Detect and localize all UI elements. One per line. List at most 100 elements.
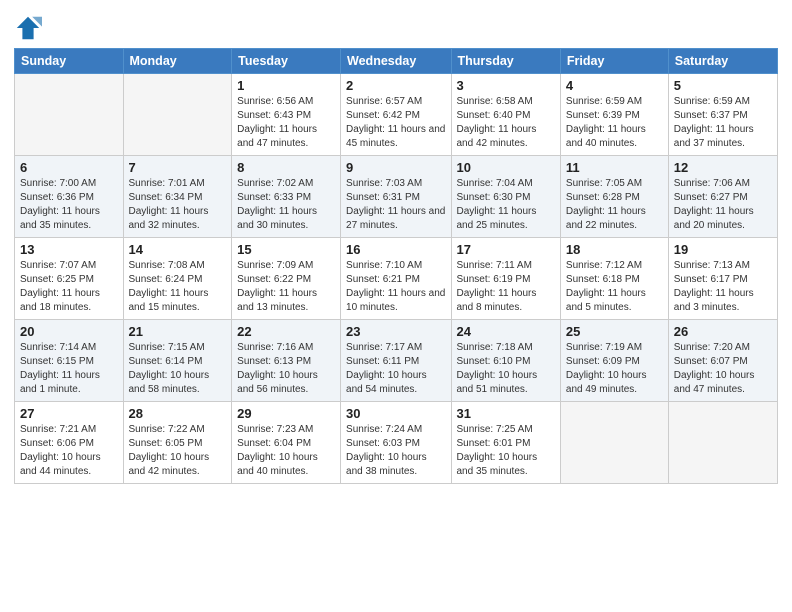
calendar-cell: 6 Sunrise: 7:00 AMSunset: 6:36 PMDaylight… <box>15 156 124 238</box>
calendar: SundayMondayTuesdayWednesdayThursdayFrid… <box>14 48 778 484</box>
day-number: 6 <box>20 160 118 175</box>
day-number: 2 <box>346 78 445 93</box>
day-info: Sunrise: 6:58 AMSunset: 6:40 PMDaylight:… <box>457 95 555 151</box>
day-info: Sunrise: 7:25 AMSunset: 6:01 PMDaylight:… <box>457 423 555 479</box>
calendar-cell: 15Sunrise: 7:09 AMSunset: 6:22 PMDayligh… <box>232 238 341 320</box>
calendar-cell: 16Sunrise: 7:10 AMSunset: 6:21 PMDayligh… <box>341 238 451 320</box>
column-header-sunday: Sunday <box>15 49 124 74</box>
day-info: Sunrise: 7:14 AMSunset: 6:15 PMDaylight:… <box>20 341 118 397</box>
day-info: Sunrise: 6:59 AMSunset: 6:37 PMDaylight:… <box>674 95 772 151</box>
day-number: 11 <box>566 160 663 175</box>
day-info: Sunrise: 7:19 AMSunset: 6:09 PMDaylight:… <box>566 341 663 397</box>
logo <box>14 14 44 42</box>
day-info: Sunrise: 7:12 AMSunset: 6:18 PMDaylight:… <box>566 259 663 315</box>
day-number: 13 <box>20 242 118 257</box>
day-info: Sunrise: 7:10 AMSunset: 6:21 PMDaylight:… <box>346 259 445 315</box>
day-info: Sunrise: 6:57 AMSunset: 6:42 PMDaylight:… <box>346 95 445 151</box>
day-number: 12 <box>674 160 772 175</box>
calendar-cell: 1 Sunrise: 6:56 AMSunset: 6:43 PMDaylight… <box>232 74 341 156</box>
day-info: Sunrise: 7:03 AMSunset: 6:31 PMDaylight:… <box>346 177 445 233</box>
calendar-cell: 8 Sunrise: 7:02 AMSunset: 6:33 PMDaylight… <box>232 156 341 238</box>
calendar-cell <box>123 74 232 156</box>
day-info: Sunrise: 7:22 AMSunset: 6:05 PMDaylight:… <box>129 423 227 479</box>
day-number: 26 <box>674 324 772 339</box>
day-info: Sunrise: 7:08 AMSunset: 6:24 PMDaylight:… <box>129 259 227 315</box>
day-info: Sunrise: 6:59 AMSunset: 6:39 PMDaylight:… <box>566 95 663 151</box>
week-row-3: 13 Sunrise: 7:07 AMSunset: 6:25 PMDayligh… <box>15 238 778 320</box>
day-number: 8 <box>237 160 335 175</box>
day-number: 9 <box>346 160 445 175</box>
calendar-cell: 28 Sunrise: 7:22 AMSunset: 6:05 PMDayligh… <box>123 402 232 484</box>
day-number: 28 <box>129 406 227 421</box>
day-info: Sunrise: 7:04 AMSunset: 6:30 PMDaylight:… <box>457 177 555 233</box>
calendar-cell: 7Sunrise: 7:01 AMSunset: 6:34 PMDaylight… <box>123 156 232 238</box>
calendar-cell <box>15 74 124 156</box>
day-info: Sunrise: 7:06 AMSunset: 6:27 PMDaylight:… <box>674 177 772 233</box>
day-number: 19 <box>674 242 772 257</box>
day-number: 29 <box>237 406 335 421</box>
calendar-cell: 5 Sunrise: 6:59 AMSunset: 6:37 PMDaylight… <box>668 74 777 156</box>
day-number: 10 <box>457 160 555 175</box>
calendar-cell: 19 Sunrise: 7:13 AMSunset: 6:17 PMDayligh… <box>668 238 777 320</box>
day-number: 4 <box>566 78 663 93</box>
day-number: 18 <box>566 242 663 257</box>
column-header-monday: Monday <box>123 49 232 74</box>
calendar-cell: 10 Sunrise: 7:04 AMSunset: 6:30 PMDayligh… <box>451 156 560 238</box>
day-info: Sunrise: 6:56 AMSunset: 6:43 PMDaylight:… <box>237 95 335 151</box>
day-info: Sunrise: 7:07 AMSunset: 6:25 PMDaylight:… <box>20 259 118 315</box>
week-row-2: 6 Sunrise: 7:00 AMSunset: 6:36 PMDaylight… <box>15 156 778 238</box>
day-number: 5 <box>674 78 772 93</box>
day-info: Sunrise: 7:05 AMSunset: 6:28 PMDaylight:… <box>566 177 663 233</box>
day-info: Sunrise: 7:01 AMSunset: 6:34 PMDaylight:… <box>129 177 227 233</box>
week-row-5: 27 Sunrise: 7:21 AMSunset: 6:06 PMDayligh… <box>15 402 778 484</box>
day-info: Sunrise: 7:00 AMSunset: 6:36 PMDaylight:… <box>20 177 118 233</box>
column-header-friday: Friday <box>560 49 668 74</box>
day-number: 3 <box>457 78 555 93</box>
day-info: Sunrise: 7:13 AMSunset: 6:17 PMDaylight:… <box>674 259 772 315</box>
calendar-cell: 20 Sunrise: 7:14 AMSunset: 6:15 PMDayligh… <box>15 320 124 402</box>
calendar-cell: 21Sunrise: 7:15 AMSunset: 6:14 PMDayligh… <box>123 320 232 402</box>
calendar-cell: 30 Sunrise: 7:24 AMSunset: 6:03 PMDayligh… <box>341 402 451 484</box>
day-number: 23 <box>346 324 445 339</box>
week-row-1: 1 Sunrise: 6:56 AMSunset: 6:43 PMDaylight… <box>15 74 778 156</box>
day-number: 20 <box>20 324 118 339</box>
calendar-cell: 4 Sunrise: 6:59 AMSunset: 6:39 PMDaylight… <box>560 74 668 156</box>
week-row-4: 20 Sunrise: 7:14 AMSunset: 6:15 PMDayligh… <box>15 320 778 402</box>
day-number: 27 <box>20 406 118 421</box>
day-info: Sunrise: 7:20 AMSunset: 6:07 PMDaylight:… <box>674 341 772 397</box>
column-header-saturday: Saturday <box>668 49 777 74</box>
calendar-cell: 2 Sunrise: 6:57 AMSunset: 6:42 PMDaylight… <box>341 74 451 156</box>
day-number: 1 <box>237 78 335 93</box>
logo-icon <box>14 14 42 42</box>
calendar-cell: 24Sunrise: 7:18 AMSunset: 6:10 PMDayligh… <box>451 320 560 402</box>
calendar-cell: 29 Sunrise: 7:23 AMSunset: 6:04 PMDayligh… <box>232 402 341 484</box>
day-info: Sunrise: 7:09 AMSunset: 6:22 PMDaylight:… <box>237 259 335 315</box>
calendar-cell: 18 Sunrise: 7:12 AMSunset: 6:18 PMDayligh… <box>560 238 668 320</box>
calendar-cell: 12 Sunrise: 7:06 AMSunset: 6:27 PMDayligh… <box>668 156 777 238</box>
day-number: 30 <box>346 406 445 421</box>
column-header-wednesday: Wednesday <box>341 49 451 74</box>
header <box>14 10 778 42</box>
header-row: SundayMondayTuesdayWednesdayThursdayFrid… <box>15 49 778 74</box>
day-number: 17 <box>457 242 555 257</box>
day-info: Sunrise: 7:23 AMSunset: 6:04 PMDaylight:… <box>237 423 335 479</box>
calendar-cell <box>668 402 777 484</box>
day-number: 21 <box>129 324 227 339</box>
day-number: 14 <box>129 242 227 257</box>
day-info: Sunrise: 7:18 AMSunset: 6:10 PMDaylight:… <box>457 341 555 397</box>
calendar-cell: 23 Sunrise: 7:17 AMSunset: 6:11 PMDayligh… <box>341 320 451 402</box>
column-header-thursday: Thursday <box>451 49 560 74</box>
day-info: Sunrise: 7:21 AMSunset: 6:06 PMDaylight:… <box>20 423 118 479</box>
day-info: Sunrise: 7:02 AMSunset: 6:33 PMDaylight:… <box>237 177 335 233</box>
calendar-cell: 3 Sunrise: 6:58 AMSunset: 6:40 PMDaylight… <box>451 74 560 156</box>
column-header-tuesday: Tuesday <box>232 49 341 74</box>
day-number: 22 <box>237 324 335 339</box>
calendar-cell: 25Sunrise: 7:19 AMSunset: 6:09 PMDayligh… <box>560 320 668 402</box>
day-info: Sunrise: 7:24 AMSunset: 6:03 PMDaylight:… <box>346 423 445 479</box>
calendar-cell <box>560 402 668 484</box>
page: SundayMondayTuesdayWednesdayThursdayFrid… <box>0 0 792 498</box>
calendar-cell: 9 Sunrise: 7:03 AMSunset: 6:31 PMDaylight… <box>341 156 451 238</box>
day-info: Sunrise: 7:17 AMSunset: 6:11 PMDaylight:… <box>346 341 445 397</box>
calendar-cell: 17Sunrise: 7:11 AMSunset: 6:19 PMDayligh… <box>451 238 560 320</box>
calendar-cell: 22Sunrise: 7:16 AMSunset: 6:13 PMDayligh… <box>232 320 341 402</box>
